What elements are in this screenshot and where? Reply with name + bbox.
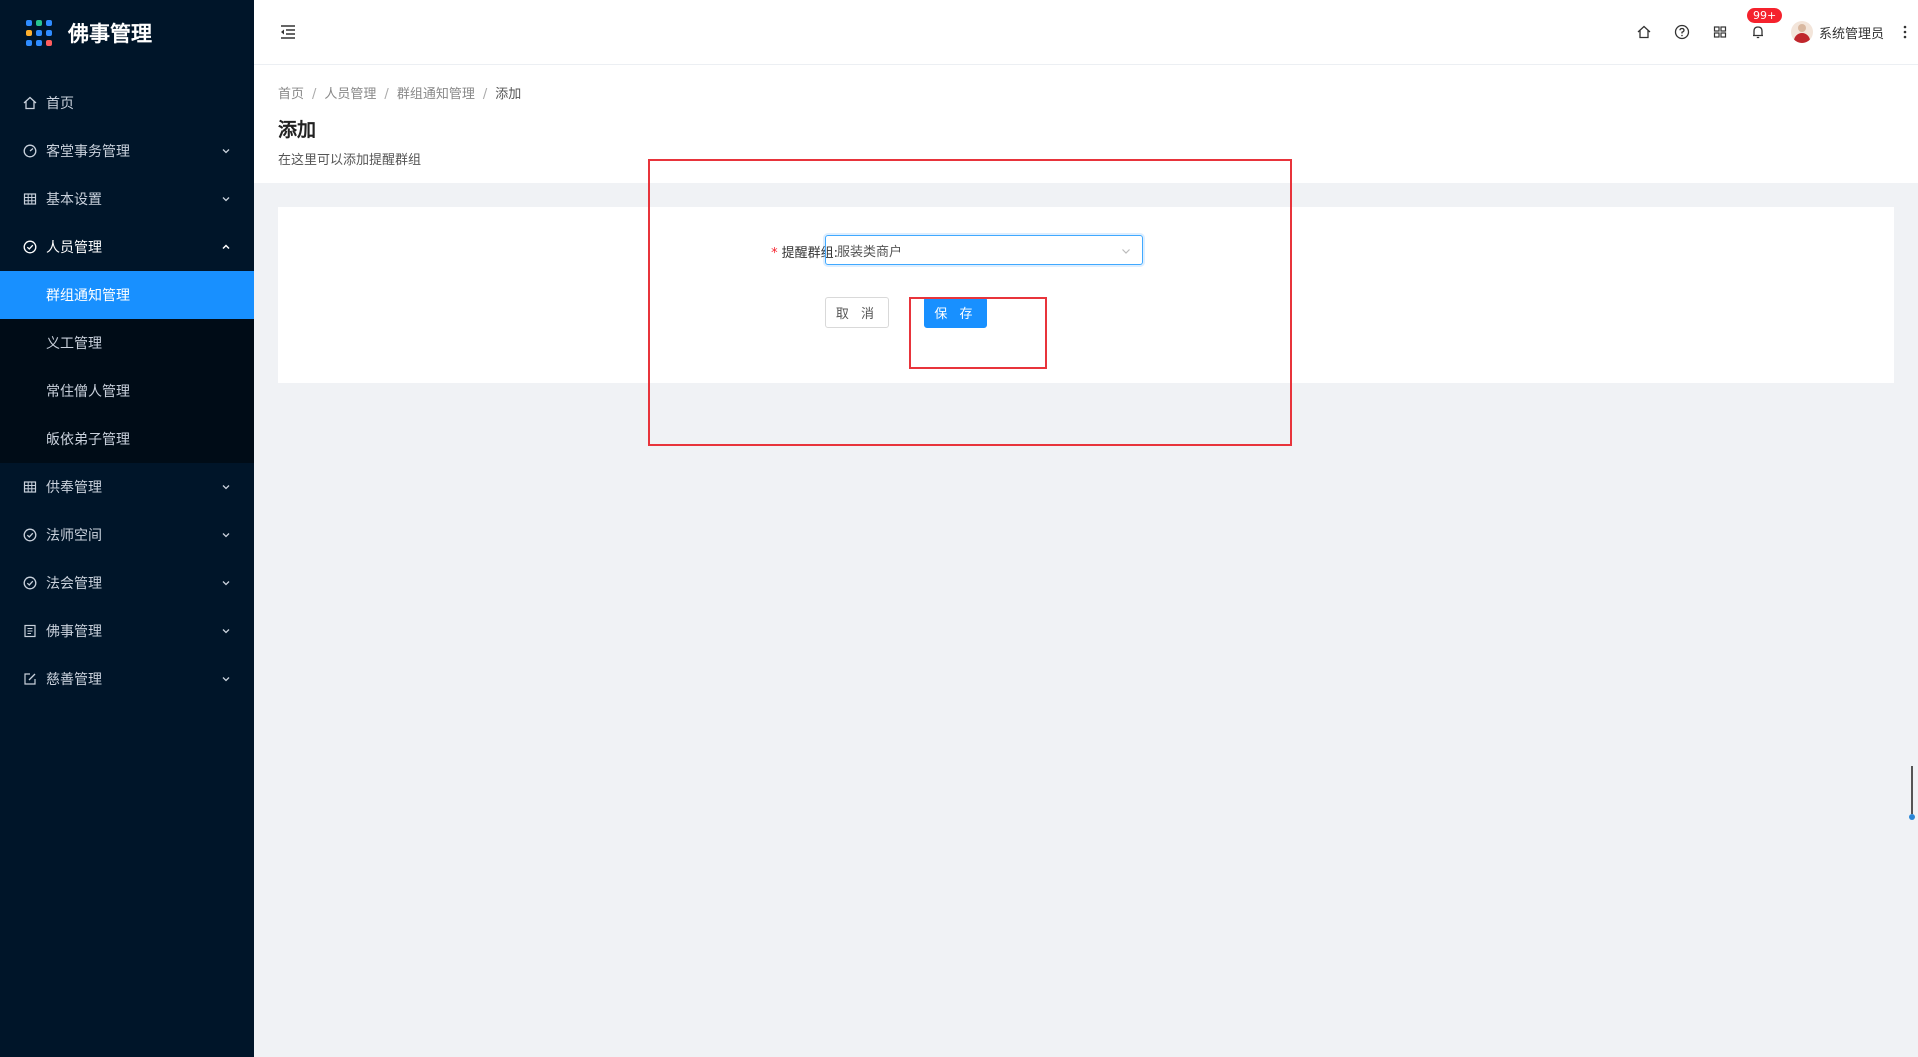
top-header: 99+ 系统管理员	[254, 0, 1918, 65]
chevron-down-icon	[222, 197, 230, 202]
breadcrumb-separator: /	[482, 87, 488, 102]
sidebar-item-label: 常住僧人管理	[46, 384, 130, 400]
sidebar-item-personnel[interactable]: 人员管理	[0, 223, 254, 271]
apps-icon[interactable]	[1711, 23, 1729, 41]
sidebar-item-label: 首页	[46, 96, 74, 112]
breadcrumb-personnel[interactable]: 人员管理	[324, 87, 376, 102]
chevron-down-icon	[222, 677, 230, 682]
sidebar-item-label: 佛事管理	[46, 624, 102, 640]
sidebar-item-buddhist-affairs[interactable]: 佛事管理	[0, 607, 254, 655]
sidebar-item-charity[interactable]: 慈善管理	[0, 655, 254, 703]
sidebar-item-label: 群组通知管理	[46, 288, 130, 304]
sidebar-item-label: 皈依弟子管理	[46, 432, 130, 448]
page-header: 首页 / 人员管理 / 群组通知管理 / 添加 添加 在这里可以添加提醒群组	[254, 65, 1918, 183]
sidebar-item-label: 人员管理	[46, 240, 102, 256]
sidebar-item-home[interactable]: 首页	[0, 79, 254, 127]
form-card: * 提醒群组: 服装类商户 取 消 保 存	[278, 207, 1894, 383]
scroll-handle[interactable]	[1909, 766, 1915, 822]
breadcrumb-current: 添加	[495, 87, 522, 102]
breadcrumb-separator: /	[384, 87, 389, 102]
chevron-down-icon	[222, 149, 230, 154]
sidebar-item-dharma-assembly[interactable]: 法会管理	[0, 559, 254, 607]
group-select[interactable]: 服装类商户	[825, 235, 1143, 265]
sidebar-item-offering[interactable]: 供奉管理	[0, 463, 254, 511]
sidebar-item-label: 基本设置	[46, 192, 102, 208]
menu-fold-icon[interactable]	[278, 22, 298, 42]
sidebar-item-reception[interactable]: 客堂事务管理	[0, 127, 254, 175]
app-logo[interactable]: 佛事管理	[0, 0, 254, 66]
sidebar-item-basic-settings[interactable]: 基本设置	[0, 175, 254, 223]
sidebar-menu: 首页 客堂事务管理 基本设置 人员管理	[0, 79, 254, 271]
home-icon[interactable]	[1635, 23, 1653, 41]
group-field-label: * 提醒群组:	[744, 242, 838, 261]
chevron-down-icon	[222, 629, 230, 634]
chevron-down-icon	[222, 485, 230, 490]
sidebar-item-label: 供奉管理	[46, 480, 102, 496]
sidebar-item-label: 义工管理	[46, 336, 102, 352]
check-circle-icon	[22, 575, 38, 591]
dashboard-icon	[22, 143, 38, 159]
sidebar-menu-lower: 供奉管理 法师空间 法会管理 佛事管理 慈善管理	[0, 463, 254, 703]
table-icon	[22, 191, 38, 207]
breadcrumb-home[interactable]: 首页	[278, 87, 304, 102]
sidebar-item-disciple[interactable]: 皈依弟子管理	[0, 415, 254, 463]
sidebar-item-group-notification[interactable]: 群组通知管理	[0, 271, 254, 319]
sidebar-item-label: 法师空间	[46, 528, 102, 544]
app-title: 佛事管理	[68, 22, 152, 46]
question-icon[interactable]	[1673, 23, 1691, 41]
save-button[interactable]: 保 存	[924, 297, 987, 328]
apps-grid-icon	[26, 20, 52, 46]
sidebar-item-resident-monk[interactable]: 常住僧人管理	[0, 367, 254, 415]
sidebar-item-label: 法会管理	[46, 576, 102, 592]
breadcrumb-separator: /	[312, 87, 317, 102]
sidebar-item-label: 客堂事务管理	[46, 144, 130, 160]
chevron-up-icon	[222, 244, 230, 250]
table-icon	[22, 479, 38, 495]
breadcrumb: 首页 / 人员管理 / 群组通知管理 / 添加	[278, 83, 521, 102]
sidebar: 佛事管理 首页 客堂事务管理 基本设置 人员管理 群组通知管理 义工管理 常住僧…	[0, 0, 254, 1057]
page-title: 添加	[278, 119, 317, 141]
check-circle-icon	[22, 527, 38, 543]
home-icon	[22, 95, 38, 111]
cancel-button[interactable]: 取 消	[825, 297, 889, 328]
chevron-down-icon	[1122, 249, 1130, 254]
sidebar-item-master-space[interactable]: 法师空间	[0, 511, 254, 559]
bell-icon[interactable]: 99+	[1746, 8, 1783, 41]
chevron-down-icon	[222, 533, 230, 538]
profile-icon	[22, 623, 38, 639]
notification-badge: 99+	[1746, 8, 1783, 23]
personnel-submenu: 群组通知管理 义工管理 常住僧人管理 皈依弟子管理	[0, 271, 254, 463]
group-select-value: 服装类商户	[837, 244, 903, 260]
sidebar-item-volunteer[interactable]: 义工管理	[0, 319, 254, 367]
header-actions: 99+ 系统管理员	[1635, 0, 1918, 64]
sidebar-item-label: 慈善管理	[46, 672, 102, 688]
more-vertical-icon[interactable]	[1898, 23, 1912, 41]
check-circle-icon	[22, 239, 38, 255]
avatar[interactable]	[1790, 21, 1813, 43]
user-name[interactable]: 系统管理员	[1819, 23, 1884, 42]
edit-icon	[22, 671, 38, 687]
breadcrumb-group-notification[interactable]: 群组通知管理	[397, 87, 475, 102]
chevron-down-icon	[222, 581, 230, 586]
page-description: 在这里可以添加提醒群组	[278, 153, 422, 168]
required-mark: *	[771, 246, 778, 261]
